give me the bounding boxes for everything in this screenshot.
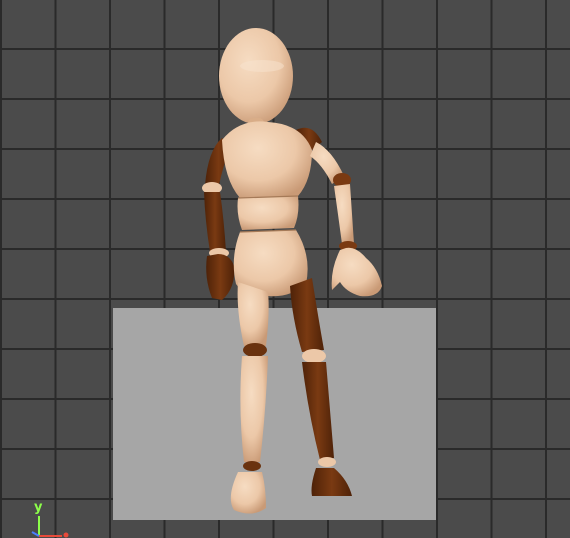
mannequin-left-forearm[interactable]	[204, 192, 226, 252]
floor-box[interactable]	[113, 308, 436, 520]
scene-canvas	[31, 28, 436, 538]
mannequin-head[interactable]	[219, 28, 293, 124]
3d-viewport[interactable]: y	[0, 0, 570, 538]
mannequin-left-thigh[interactable]	[237, 282, 269, 346]
axis-z-line	[31, 531, 40, 537]
mannequin-right-hand[interactable]	[331, 247, 382, 297]
axis-gizmo	[31, 516, 69, 538]
mannequin-left-hand[interactable]	[206, 254, 235, 300]
mannequin-abdomen[interactable]	[237, 196, 299, 230]
mannequin-chest[interactable]	[222, 121, 312, 198]
mannequin-left-foot[interactable]	[230, 472, 266, 514]
mannequin-right-forearm[interactable]	[334, 184, 354, 244]
axis-y-label: y	[34, 500, 43, 515]
